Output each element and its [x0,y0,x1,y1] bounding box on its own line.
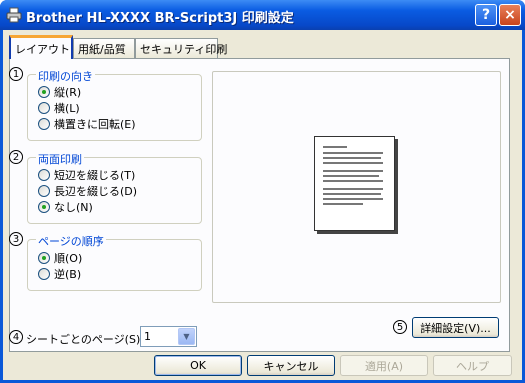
radio-landscape[interactable]: 横(L) [38,100,80,116]
radio-indicator[interactable] [38,118,50,130]
callout-4: 4 [9,330,23,344]
layout-preview [212,71,501,303]
duplex-label: 両面印刷 [36,151,84,167]
tab-paper-quality[interactable]: 用紙/品質 [73,38,135,58]
radio-label: 横(L) [54,102,80,115]
radio-indicator[interactable] [38,169,50,181]
close-icon[interactable]: × [499,4,521,26]
advanced-settings-button[interactable]: 詳細設定(V)... [412,317,499,338]
radio-indicator[interactable] [38,102,50,114]
help-button[interactable]: ヘルプ [433,355,512,376]
radio-label: 長辺を綴じる(D) [54,185,138,198]
orientation-label: 印刷の向き [36,68,95,84]
pages-per-sheet-label: シートごとのページ(S): [26,333,144,346]
tab-secure-print[interactable]: セキュリティ印刷 [135,38,227,58]
radio-indicator[interactable] [38,201,50,213]
printer-icon [6,7,22,23]
ok-button[interactable]: OK [154,355,242,376]
radio-forward[interactable]: 順(O) [38,250,82,266]
page-order-label: ページの順序 [36,233,106,249]
window-title: Brother HL-XXXX BR-Script3J 印刷設定 [26,11,294,26]
callout-5: 5 [393,320,407,334]
radio-rotated-landscape[interactable]: 横置きに回転(E) [38,116,136,132]
radio-short-edge[interactable]: 短辺を綴じる(T) [38,167,135,183]
radio-label: 縦(R) [54,86,82,99]
cancel-button[interactable]: キャンセル [247,355,335,376]
pages-per-sheet-select[interactable]: 1 ▼ [140,326,197,347]
radio-no-duplex[interactable]: なし(N) [38,199,93,215]
radio-label: 短辺を綴じる(T) [54,169,136,182]
radio-indicator[interactable] [38,252,50,264]
dialog-body: レイアウト 用紙/品質 セキュリティ印刷 印刷の向き 1 縦(R) 横(L) 横… [3,30,522,380]
layout-tab-panel: 印刷の向き 1 縦(R) 横(L) 横置きに回転(E) 両面印刷 2 短辺を綴じ… [9,58,510,352]
pages-per-sheet-value: 1 [144,330,151,343]
callout-2: 2 [9,150,23,164]
radio-long-edge[interactable]: 長辺を綴じる(D) [38,183,137,199]
radio-indicator[interactable] [38,268,50,280]
page-preview-icon [314,136,395,231]
radio-indicator[interactable] [38,86,50,98]
radio-label: 横置きに回転(E) [54,118,136,131]
tab-layout[interactable]: レイアウト [9,35,73,59]
radio-indicator[interactable] [38,185,50,197]
radio-label: 順(O) [54,252,83,265]
help-icon[interactable]: ? [475,4,497,26]
title-bar[interactable]: Brother HL-XXXX BR-Script3J 印刷設定 ? × [0,0,525,30]
apply-button[interactable]: 適用(A) [340,355,428,376]
radio-label: なし(N) [54,201,93,214]
callout-1: 1 [9,67,23,81]
chevron-down-icon[interactable]: ▼ [178,328,195,345]
dialog-window: Brother HL-XXXX BR-Script3J 印刷設定 ? × レイア… [0,0,525,383]
radio-portrait[interactable]: 縦(R) [38,84,81,100]
radio-label: 逆(B) [54,268,82,281]
radio-reverse[interactable]: 逆(B) [38,266,81,282]
callout-3: 3 [9,232,23,246]
